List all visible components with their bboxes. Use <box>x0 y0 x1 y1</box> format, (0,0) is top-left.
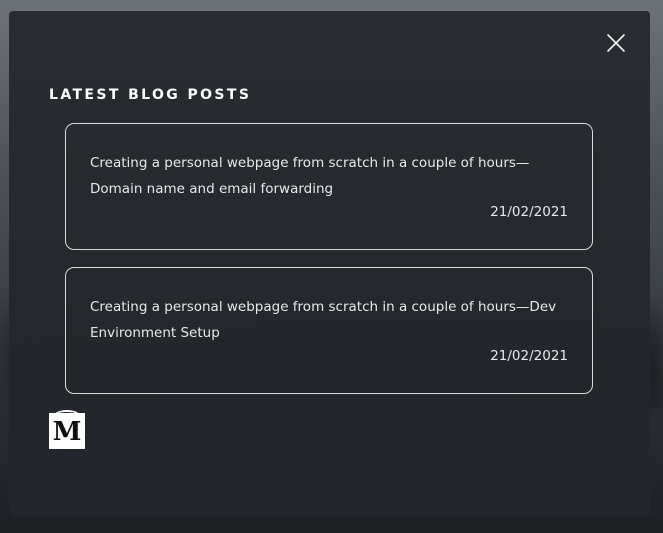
blog-post-date: 21/02/2021 <box>490 348 568 364</box>
section-title: LATEST BLOG POSTS <box>49 87 252 103</box>
blog-post-list: Creating a personal webpage from scratch… <box>65 123 593 411</box>
medium-logo-icon: M <box>52 417 82 447</box>
blog-post-date: 21/02/2021 <box>490 204 568 220</box>
close-button[interactable] <box>606 33 626 53</box>
blog-post-card[interactable]: Creating a personal webpage from scratch… <box>65 123 593 250</box>
medium-link[interactable]: M <box>49 410 85 449</box>
blog-posts-modal: LATEST BLOG POSTS Creating a personal we… <box>9 11 650 516</box>
blog-post-title[interactable]: Creating a personal webpage from scratch… <box>90 150 570 202</box>
blog-post-title[interactable]: Creating a personal webpage from scratch… <box>90 294 570 346</box>
close-x-icon <box>607 34 625 52</box>
blog-post-card[interactable]: Creating a personal webpage from scratch… <box>65 267 593 394</box>
